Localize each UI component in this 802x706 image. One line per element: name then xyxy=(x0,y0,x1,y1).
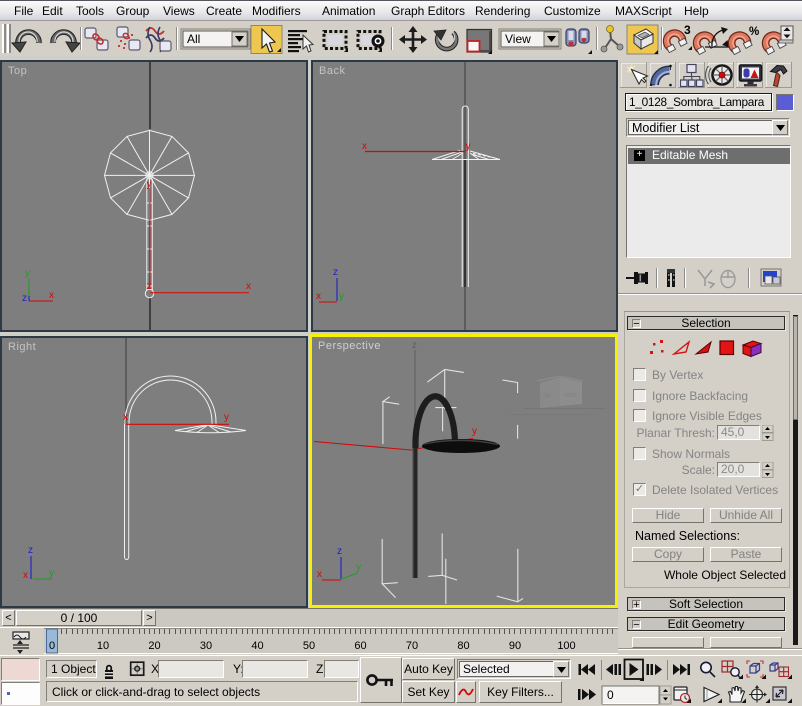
svg-text:y: y xyxy=(25,268,30,279)
svg-text:z: z xyxy=(412,340,417,351)
svg-text:x: x xyxy=(317,569,322,580)
svg-text:100: 100 xyxy=(557,640,575,652)
svg-text:x: x xyxy=(123,412,128,423)
svg-text:20: 20 xyxy=(148,640,160,652)
svg-text:0: 0 xyxy=(607,688,614,702)
svg-text:3d: 3d xyxy=(543,393,551,400)
svg-text:x: x xyxy=(23,570,28,581)
svg-text:y: y xyxy=(147,179,152,190)
svg-text:50: 50 xyxy=(303,640,315,652)
svg-text:z: z xyxy=(22,293,27,304)
svg-text:y: y xyxy=(356,562,361,573)
svg-text:x: x xyxy=(49,290,54,301)
svg-text:z: z xyxy=(147,281,152,292)
svg-text:x: x xyxy=(316,291,321,302)
svg-text:%: % xyxy=(749,26,759,38)
svg-text:y: y xyxy=(339,291,344,302)
svg-text:View: View xyxy=(505,32,531,46)
svg-text:80: 80 xyxy=(457,640,469,652)
svg-text:max: max xyxy=(564,392,578,399)
svg-text:90: 90 xyxy=(509,640,521,652)
svg-text:60: 60 xyxy=(354,640,366,652)
svg-text:y: y xyxy=(466,141,471,152)
svg-text:30: 30 xyxy=(200,640,212,652)
svg-text:y: y xyxy=(224,412,229,423)
svg-text:z: z xyxy=(333,267,338,278)
svg-text:x: x xyxy=(246,281,251,292)
svg-text:70: 70 xyxy=(406,640,418,652)
svg-text:3: 3 xyxy=(684,23,691,37)
svg-text:0: 0 xyxy=(49,640,55,652)
svg-text:z: z xyxy=(337,546,342,557)
svg-text:x: x xyxy=(362,141,367,152)
svg-text:10: 10 xyxy=(97,640,109,652)
svg-text:y: y xyxy=(472,426,477,437)
svg-text:40: 40 xyxy=(251,640,263,652)
svg-text:z: z xyxy=(28,545,33,556)
svg-text:All: All xyxy=(187,32,200,46)
svg-text:y: y xyxy=(49,568,54,579)
